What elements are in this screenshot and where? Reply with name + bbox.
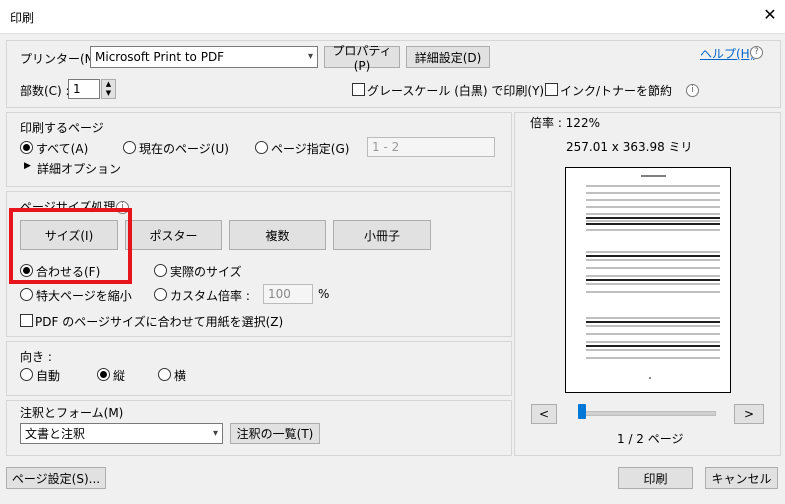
printer-selected: Microsoft Print to PDF [95, 50, 225, 64]
page-slider-track[interactable] [578, 411, 716, 416]
orientation-group [6, 341, 512, 396]
sheet-music-thumbnail [586, 175, 720, 379]
help-link[interactable]: ヘルプ(H) [700, 45, 754, 62]
percent-label: % [318, 287, 330, 301]
comments-selected: 文書と注釈 [25, 427, 86, 441]
custom-scale-label: カスタム倍率 : [170, 289, 250, 303]
next-page-button[interactable]: > [734, 404, 764, 424]
help-icon[interactable]: ? [750, 46, 763, 59]
chevron-down-icon: ▾ [212, 428, 218, 439]
shrink-radio[interactable] [20, 288, 33, 301]
page-range-radio[interactable] [255, 141, 268, 154]
multiple-button[interactable]: 複数 [229, 220, 326, 250]
page-range-input[interactable]: 1 - 2 [367, 137, 495, 157]
properties-button[interactable]: プロパティ(P) [324, 44, 400, 73]
window-title: 印刷 [10, 11, 35, 25]
custom-scale-input[interactable]: 100 [263, 284, 313, 304]
close-icon[interactable]: ✕ [760, 5, 780, 25]
choose-paper-label: PDF のページサイズに合わせて用紙を選択(Z) [35, 315, 284, 329]
cancel-button[interactable]: キャンセル [705, 467, 778, 489]
copies-input[interactable]: 1 [68, 79, 100, 99]
comments-summary-button[interactable]: 注釈の一覧(T) [230, 423, 320, 444]
comments-title: 注釈とフォーム(M) [20, 406, 124, 420]
page-slider-thumb[interactable] [578, 404, 586, 419]
grayscale-label: グレースケール (白黒) で印刷(Y) [367, 84, 545, 98]
pages-title: 印刷するページ [20, 121, 104, 135]
poster-button[interactable]: ポスター [125, 220, 222, 250]
comments-select[interactable]: 文書と注釈 ▾ [20, 423, 223, 444]
portrait-radio[interactable] [97, 368, 110, 381]
prev-page-button[interactable]: < [531, 404, 557, 424]
expand-icon[interactable]: ▶ [24, 161, 31, 171]
shrink-label: 特大ページを縮小 [36, 289, 132, 303]
current-page-label: 現在のページ(U) [139, 142, 229, 156]
custom-scale-value: 100 [268, 287, 291, 301]
copies-stepper[interactable]: ▲ ▼ [101, 79, 116, 99]
custom-scale-radio[interactable] [154, 288, 167, 301]
auto-orientation-radio[interactable] [20, 368, 33, 381]
highlight-box [9, 208, 132, 284]
booklet-button[interactable]: 小冊子 [333, 220, 431, 250]
page-range-label: ページ指定(G) [271, 142, 350, 156]
auto-orientation-label: 自動 [36, 369, 61, 383]
landscape-radio[interactable] [158, 368, 171, 381]
all-pages-radio[interactable] [20, 141, 33, 154]
title-bar [0, 0, 785, 34]
copies-value: 1 [73, 82, 81, 96]
all-pages-label: すべて(A) [36, 142, 89, 156]
choose-paper-checkbox[interactable] [20, 314, 33, 327]
save-ink-checkbox[interactable] [545, 83, 558, 96]
page-setup-button[interactable]: ページ設定(S)... [6, 467, 106, 489]
preview-page [565, 167, 731, 393]
advanced-button[interactable]: 詳細設定(D) [406, 46, 490, 68]
save-ink-label: インク/トナーを節約 [560, 84, 673, 98]
printer-select[interactable]: Microsoft Print to PDF ▾ [90, 46, 318, 68]
copies-label: 部数(C) : [20, 84, 70, 98]
portrait-label: 縦 [113, 369, 126, 383]
grayscale-checkbox[interactable] [352, 83, 365, 96]
info-icon[interactable]: i [686, 84, 699, 97]
landscape-label: 横 [174, 369, 187, 383]
actual-size-label: 実際のサイズ [170, 265, 242, 279]
more-options-label[interactable]: 詳細オプション [37, 160, 121, 177]
current-page-radio[interactable] [123, 141, 136, 154]
preview-scale: 倍率 : 122% [530, 116, 600, 130]
preview-dimensions: 257.01 x 363.98 ミリ [566, 140, 693, 154]
chevron-down-icon: ▾ [307, 51, 313, 62]
orientation-title: 向き : [20, 350, 52, 364]
print-button[interactable]: 印刷 [618, 467, 693, 489]
page-indicator: 1 / 2 ページ [617, 432, 684, 446]
actual-size-radio[interactable] [154, 264, 167, 277]
page-range-placeholder: 1 - 2 [372, 140, 400, 154]
